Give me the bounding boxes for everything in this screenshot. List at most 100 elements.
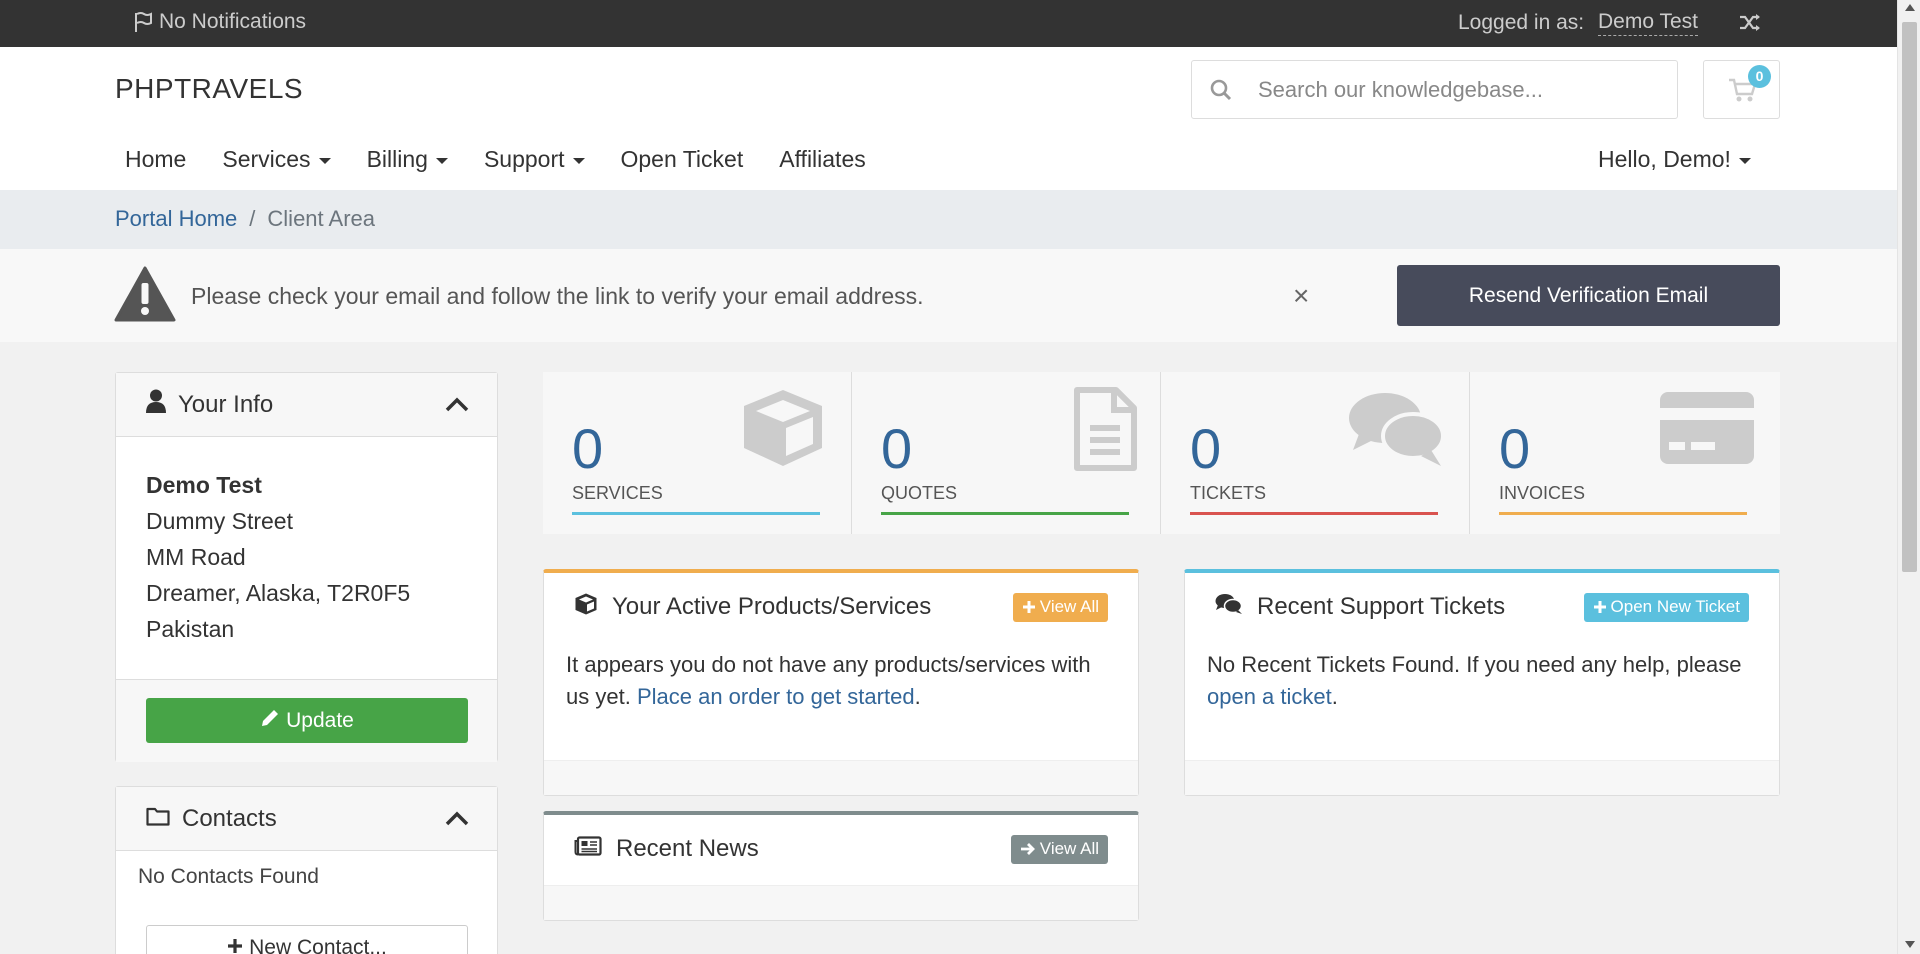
stat-underline (1190, 512, 1438, 515)
active-products-title: Your Active Products/Services (612, 593, 932, 620)
contacts-panel: Contacts No Contacts Found New Contact..… (115, 786, 498, 954)
recent-news-panel: Recent News View All (543, 811, 1139, 921)
new-contact-label: New Contact... (249, 935, 387, 954)
active-products-panel: Your Active Products/Services View All I… (543, 569, 1139, 796)
nav-affiliates[interactable]: Affiliates (779, 146, 866, 173)
nav-billing[interactable]: Billing (367, 146, 448, 173)
contacts-header[interactable]: Contacts (116, 787, 497, 851)
notifications-link[interactable]: No Notifications (133, 10, 306, 34)
cart-button[interactable]: 0 (1703, 60, 1780, 119)
caret-down-icon (435, 157, 448, 164)
credit-card-icon (1659, 390, 1755, 471)
nav-services-label: Services (222, 146, 311, 172)
chevron-up-icon[interactable] (445, 391, 469, 419)
scroll-up-arrow-icon[interactable] (1905, 4, 1915, 11)
stat-label: INVOICES (1499, 483, 1586, 503)
search-input[interactable] (1250, 76, 1660, 103)
comments-icon (1347, 390, 1447, 473)
place-order-link[interactable]: Place an order to get started (637, 684, 915, 709)
stat-value: 0 (572, 417, 604, 480)
open-new-ticket-button[interactable]: Open New Ticket (1583, 592, 1749, 622)
nav-open-ticket[interactable]: Open Ticket (621, 146, 744, 173)
close-icon[interactable]: × (1293, 280, 1309, 312)
nav-support[interactable]: Support (484, 146, 585, 173)
user-icon (146, 389, 166, 420)
stat-tile-tickets[interactable]: 0 TICKETS (1161, 372, 1470, 534)
stats-tiles: 0 SERVICES 0 QUOTES 0 TICKETS 0 INVOICES (543, 372, 1780, 534)
products-view-all-button[interactable]: View All (1012, 592, 1108, 622)
open-ticket-link[interactable]: open a ticket (1207, 684, 1332, 709)
active-products-body: It appears you do not have any products/… (544, 641, 1138, 713)
nav-home[interactable]: Home (125, 146, 186, 173)
caret-down-icon (1738, 157, 1751, 164)
tickets-text-end: . (1331, 684, 1338, 709)
stat-label: TICKETS (1190, 483, 1267, 503)
chevron-up-icon[interactable] (445, 805, 469, 833)
page-scrollbar[interactable] (1897, 0, 1920, 954)
your-info-panel: Your Info Demo Test Dummy Street MM Road… (115, 372, 498, 762)
shuffle-icon[interactable] (1738, 12, 1762, 40)
folder-icon (146, 805, 170, 833)
site-header: PHPTRAVELS 0 Home Services Billing Suppo… (0, 47, 1897, 190)
stat-tile-invoices[interactable]: 0 INVOICES (1470, 372, 1779, 534)
pencil-icon (260, 708, 280, 734)
notifications-label: No Notifications (159, 10, 307, 33)
panel-footer (544, 760, 1138, 795)
recent-news-title: Recent News (616, 835, 759, 862)
account-menu[interactable]: Hello, Demo! (1598, 146, 1751, 173)
stat-value: 0 (1499, 417, 1531, 480)
breadcrumb-portal-home[interactable]: Portal Home (115, 206, 237, 232)
stat-tile-services[interactable]: 0 SERVICES (543, 372, 852, 534)
cube-icon (574, 592, 598, 623)
update-button[interactable]: Update (146, 698, 468, 743)
resend-verification-button[interactable]: Resend Verification Email (1397, 265, 1780, 326)
account-menu-label: Hello, Demo! (1598, 146, 1731, 172)
open-new-ticket-label: Open New Ticket (1610, 597, 1740, 616)
panel-footer (1185, 760, 1779, 795)
alert-message: Please check your email and follow the l… (191, 283, 924, 309)
plus-icon (1022, 601, 1035, 613)
top-bar: No Notifications Logged in as: Demo Test (0, 0, 1897, 47)
arrow-right-icon (1020, 843, 1035, 855)
no-tickets-text: No Recent Tickets Found. If you need any… (1207, 652, 1742, 677)
stat-underline (1499, 512, 1747, 515)
nav-support-label: Support (483, 146, 565, 172)
recent-tickets-title: Recent Support Tickets (1257, 593, 1506, 620)
contacts-empty: No Contacts Found (138, 865, 319, 888)
news-view-all-label: View All (1039, 839, 1099, 858)
panel-footer (544, 885, 1138, 920)
cube-icon (740, 386, 826, 475)
address-country: Pakistan (146, 616, 235, 642)
address-city-line: Dreamer, Alaska, T2R0F5 (146, 580, 411, 606)
products-view-all-label: View All (1039, 597, 1099, 616)
plus-icon (227, 936, 243, 954)
new-contact-button[interactable]: New Contact... (146, 925, 468, 954)
contacts-title: Contacts (182, 804, 277, 832)
client-name: Demo Test (146, 472, 262, 498)
stat-value: 0 (881, 417, 913, 480)
nav-home-label: Home (125, 146, 187, 172)
comments-icon (1215, 593, 1243, 622)
news-view-all-button[interactable]: View All (1010, 834, 1108, 864)
address-line-2: MM Road (146, 544, 246, 570)
verify-email-alert: Please check your email and follow the l… (0, 249, 1897, 342)
site-logo[interactable]: PHPTRAVELS (115, 73, 303, 105)
scrollbar-thumb[interactable] (1902, 22, 1917, 572)
caret-down-icon (572, 157, 585, 164)
knowledgebase-search (1191, 60, 1678, 119)
breadcrumb-current: Client Area (267, 206, 376, 231)
nav-open-ticket-label: Open Ticket (620, 146, 744, 172)
stat-tile-quotes[interactable]: 0 QUOTES (852, 372, 1161, 534)
main-nav: Home Services Billing Support Open Ticke… (125, 146, 902, 173)
logged-in-user-link[interactable]: Demo Test (1598, 10, 1698, 36)
address-line-1: Dummy Street (146, 508, 293, 534)
scroll-down-arrow-icon[interactable] (1905, 941, 1915, 948)
stat-underline (572, 512, 820, 515)
nav-services[interactable]: Services (222, 146, 331, 173)
your-info-header[interactable]: Your Info (116, 373, 497, 437)
breadcrumb-separator: / (249, 206, 256, 231)
search-icon[interactable] (1192, 78, 1250, 102)
plus-icon (1593, 601, 1606, 613)
warning-icon (114, 266, 176, 327)
file-text-icon (1072, 386, 1138, 477)
